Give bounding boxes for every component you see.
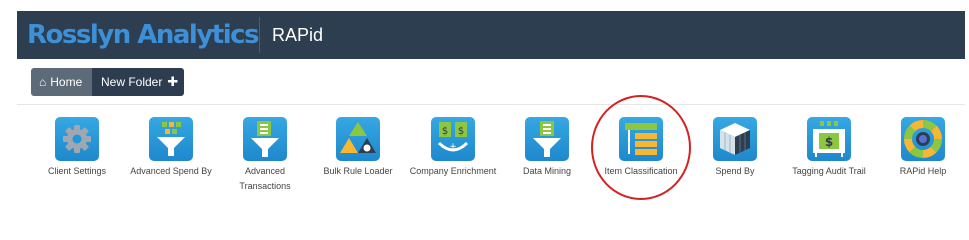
- svg-text:$: $: [825, 135, 833, 149]
- tile-rapid-help[interactable]: RAPid Help: [877, 117, 969, 179]
- plus-icon: ✚: [167, 74, 179, 89]
- app-title: RAPid: [272, 24, 324, 45]
- top-header: Rosslyn Analytics RAPid: [17, 11, 965, 59]
- tile-label: Company Enrichment: [409, 166, 497, 176]
- tile-label: RAPid Help: [899, 166, 947, 176]
- funnel-icon: [243, 117, 287, 161]
- triangle-icon: [336, 117, 380, 161]
- home-button[interactable]: ⌂ Home: [31, 68, 92, 96]
- funnel-icon: [525, 117, 569, 161]
- home-icon: ⌂: [39, 75, 47, 89]
- tile-advanced-spend-by[interactable]: Advanced Spend By: [125, 117, 217, 179]
- new-folder-button-label: New Folder: [101, 75, 163, 89]
- tile-label: Advanced Transactions: [239, 166, 291, 191]
- tile-data-mining[interactable]: Data Mining: [501, 117, 593, 179]
- svg-text:$: $: [442, 126, 448, 137]
- annotation-circle: [591, 95, 691, 200]
- cube-icon: [713, 117, 757, 161]
- header-divider: [259, 17, 260, 53]
- svg-text:$: $: [458, 126, 464, 137]
- breadcrumb-toolbar: ⌂ Home New Folder ✚: [31, 68, 184, 96]
- tile-advanced-transactions[interactable]: Advanced Transactions: [219, 117, 311, 194]
- tile-company-enrichment[interactable]: $ $ + Company Enrichment: [407, 117, 499, 179]
- new-folder-button[interactable]: New Folder ✚: [92, 68, 184, 96]
- tile-label: Spend By: [715, 166, 755, 176]
- tile-spend-by[interactable]: Spend By: [689, 117, 781, 179]
- tile-label: Tagging Audit Trail: [792, 166, 866, 176]
- lifebuoy-icon: [901, 117, 945, 161]
- audit-icon: $: [807, 117, 851, 161]
- home-button-label: Home: [50, 75, 83, 89]
- tile-bulk-rule-loader[interactable]: Bulk Rule Loader: [312, 117, 404, 179]
- gear-icon: [55, 117, 99, 161]
- tile-label: Data Mining: [522, 166, 572, 176]
- tile-label: Bulk Rule Loader: [323, 166, 393, 176]
- tile-tagging-audit-trail[interactable]: $ Tagging Audit Trail: [783, 117, 875, 179]
- toolbar-divider: [17, 104, 965, 105]
- brand-logo[interactable]: Rosslyn Analytics: [17, 20, 260, 50]
- svg-text:+: +: [449, 142, 457, 152]
- tile-label: Advanced Spend By: [130, 166, 212, 176]
- enrichment-icon: $ $ +: [431, 117, 475, 161]
- tile-client-settings[interactable]: Client Settings: [31, 117, 123, 179]
- funnel-icon: [149, 117, 193, 161]
- tile-label: Client Settings: [47, 166, 107, 176]
